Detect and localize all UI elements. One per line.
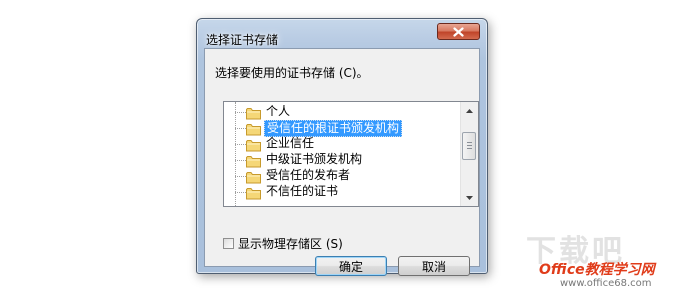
tree-item-label[interactable]: 企业信任 — [264, 136, 316, 151]
folder-icon — [246, 121, 261, 136]
tree-item[interactable]: 受信任的发布者 — [224, 168, 460, 184]
folder-icon — [246, 137, 261, 152]
tree-connector-line — [235, 176, 246, 177]
scroll-down-button[interactable] — [461, 189, 478, 206]
folder-icon — [246, 185, 261, 200]
vertical-scrollbar[interactable] — [460, 102, 478, 206]
grip-line — [467, 148, 472, 149]
scroll-thumb[interactable] — [462, 132, 476, 160]
tree-item-label[interactable]: 受信任的发布者 — [264, 168, 352, 183]
close-button[interactable] — [437, 23, 480, 40]
folder-icon — [246, 105, 261, 120]
tree-item[interactable]: 受信任的根证书颁发机构 — [224, 120, 460, 137]
tree-connector-line — [235, 160, 246, 161]
tree-item-label[interactable]: 不信任的证书 — [264, 184, 340, 199]
show-physical-stores-row[interactable]: 显示物理存储区 (S) — [223, 235, 343, 252]
watermark-brand: Office教程学习网 — [539, 262, 655, 278]
grip-line — [467, 145, 472, 146]
watermark-url: www.office68.com — [560, 278, 652, 289]
tree-connector-line — [235, 192, 246, 193]
tree-item-label[interactable]: 中级证书颁发机构 — [264, 152, 364, 167]
tree-item-label[interactable]: 个人 — [264, 104, 292, 119]
tree-connector-line — [235, 128, 246, 129]
scroll-up-button[interactable] — [461, 102, 478, 119]
close-icon — [453, 26, 464, 37]
folder-icon — [246, 153, 261, 168]
ok-button[interactable]: 确定 — [315, 256, 387, 276]
prompt-text: 选择要使用的证书存储 (C)。 — [215, 66, 369, 80]
chevron-up-icon — [466, 108, 473, 113]
tree-item[interactable]: 中级证书颁发机构 — [224, 152, 460, 168]
cert-store-tree[interactable]: 个人 受信任的根证书颁发机构 企业信任 中级证书颁发机构 受信任的发布者 不信任的证书 — [223, 101, 479, 207]
tree-connector-line — [235, 144, 246, 145]
select-cert-store-dialog: 选择证书存储 选择要使用的证书存储 (C)。 个人 受信任的根证书颁发机构 企业信任… — [196, 18, 488, 276]
tree-item[interactable]: 企业信任 — [224, 136, 460, 152]
tree-item-label[interactable]: 受信任的根证书颁发机构 — [264, 120, 403, 137]
dialog-body: 选择要使用的证书存储 (C)。 个人 受信任的根证书颁发机构 企业信任 中级证书颁发机… — [204, 48, 480, 276]
show-physical-stores-label[interactable]: 显示物理存储区 (S) — [238, 235, 343, 252]
cancel-button[interactable]: 取消 — [398, 256, 470, 276]
tree-item[interactable]: 个人 — [224, 104, 460, 120]
folder-icon — [246, 169, 261, 184]
grip-line — [467, 142, 472, 143]
dialog-title: 选择证书存储 — [206, 33, 279, 47]
show-physical-stores-checkbox[interactable] — [223, 238, 234, 249]
tree-connector-line — [235, 112, 246, 113]
tree-item[interactable]: 不信任的证书 — [224, 184, 460, 200]
chevron-down-icon — [466, 195, 473, 200]
